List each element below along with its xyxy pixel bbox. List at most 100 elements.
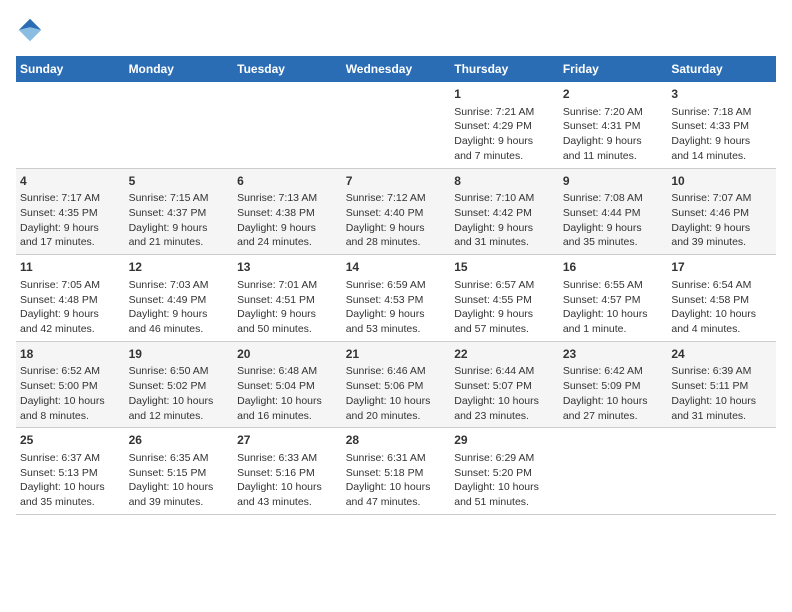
day-info: Sunrise: 6:31 AMSunset: 5:18 PMDaylight:… (346, 451, 447, 510)
day-header-wednesday: Wednesday (342, 56, 451, 82)
day-header-row: SundayMondayTuesdayWednesdayThursdayFrid… (16, 56, 776, 82)
day-header-saturday: Saturday (667, 56, 776, 82)
day-header-monday: Monday (125, 56, 234, 82)
day-number: 2 (563, 86, 664, 103)
calendar-cell (125, 82, 234, 168)
day-number: 16 (563, 259, 664, 276)
week-row-3: 11 Sunrise: 7:05 AMSunset: 4:48 PMDayligh… (16, 255, 776, 342)
day-number: 19 (129, 346, 230, 363)
day-info: Sunrise: 7:12 AMSunset: 4:40 PMDaylight:… (346, 191, 447, 250)
calendar-cell: 13 Sunrise: 7:01 AMSunset: 4:51 PMDayligh… (233, 255, 342, 342)
day-number: 24 (671, 346, 772, 363)
calendar-cell: 23Sunrise: 6:42 AMSunset: 5:09 PMDayligh… (559, 341, 668, 428)
day-number: 9 (563, 173, 664, 190)
week-row-5: 25 Sunrise: 6:37 AMSunset: 5:13 PMDayligh… (16, 428, 776, 515)
day-number: 25 (20, 432, 121, 449)
day-header-thursday: Thursday (450, 56, 559, 82)
day-number: 27 (237, 432, 338, 449)
calendar-table: SundayMondayTuesdayWednesdayThursdayFrid… (16, 56, 776, 515)
day-info: Sunrise: 6:37 AMSunset: 5:13 PMDaylight:… (20, 451, 121, 510)
day-info: Sunrise: 6:44 AMSunset: 5:07 PMDaylight:… (454, 364, 555, 423)
day-info: Sunrise: 6:29 AMSunset: 5:20 PMDaylight:… (454, 451, 555, 510)
day-number: 28 (346, 432, 447, 449)
day-info: Sunrise: 6:46 AMSunset: 5:06 PMDaylight:… (346, 364, 447, 423)
calendar-cell: 16 Sunrise: 6:55 AMSunset: 4:57 PMDayligh… (559, 255, 668, 342)
calendar-cell: 26 Sunrise: 6:35 AMSunset: 5:15 PMDayligh… (125, 428, 234, 515)
day-info: Sunrise: 6:57 AMSunset: 4:55 PMDaylight:… (454, 278, 555, 337)
day-info: Sunrise: 6:52 AMSunset: 5:00 PMDaylight:… (20, 364, 121, 423)
day-header-tuesday: Tuesday (233, 56, 342, 82)
day-number: 8 (454, 173, 555, 190)
day-number: 4 (20, 173, 121, 190)
calendar-cell: 12 Sunrise: 7:03 AMSunset: 4:49 PMDayligh… (125, 255, 234, 342)
day-info: Sunrise: 6:39 AMSunset: 5:11 PMDaylight:… (671, 364, 772, 423)
calendar-cell: 28 Sunrise: 6:31 AMSunset: 5:18 PMDayligh… (342, 428, 451, 515)
day-number: 3 (671, 86, 772, 103)
day-info: Sunrise: 6:48 AMSunset: 5:04 PMDaylight:… (237, 364, 338, 423)
day-info: Sunrise: 6:35 AMSunset: 5:15 PMDaylight:… (129, 451, 230, 510)
day-number: 13 (237, 259, 338, 276)
day-info: Sunrise: 7:20 AMSunset: 4:31 PMDaylight:… (563, 105, 664, 164)
calendar-cell: 3 Sunrise: 7:18 AMSunset: 4:33 PMDaylight… (667, 82, 776, 168)
day-info: Sunrise: 7:07 AMSunset: 4:46 PMDaylight:… (671, 191, 772, 250)
day-number: 1 (454, 86, 555, 103)
day-number: 11 (20, 259, 121, 276)
calendar-cell (667, 428, 776, 515)
day-info: Sunrise: 7:13 AMSunset: 4:38 PMDaylight:… (237, 191, 338, 250)
calendar-cell: 1 Sunrise: 7:21 AMSunset: 4:29 PMDaylight… (450, 82, 559, 168)
day-info: Sunrise: 7:10 AMSunset: 4:42 PMDaylight:… (454, 191, 555, 250)
day-number: 23 (563, 346, 664, 363)
day-info: Sunrise: 6:42 AMSunset: 5:09 PMDaylight:… (563, 364, 664, 423)
day-info: Sunrise: 6:54 AMSunset: 4:58 PMDaylight:… (671, 278, 772, 337)
logo (16, 16, 48, 44)
week-row-4: 18Sunrise: 6:52 AMSunset: 5:00 PMDayligh… (16, 341, 776, 428)
day-info: Sunrise: 7:01 AMSunset: 4:51 PMDaylight:… (237, 278, 338, 337)
day-number: 5 (129, 173, 230, 190)
day-info: Sunrise: 6:55 AMSunset: 4:57 PMDaylight:… (563, 278, 664, 337)
day-number: 14 (346, 259, 447, 276)
calendar-cell: 22Sunrise: 6:44 AMSunset: 5:07 PMDayligh… (450, 341, 559, 428)
calendar-cell: 24Sunrise: 6:39 AMSunset: 5:11 PMDayligh… (667, 341, 776, 428)
week-row-2: 4Sunrise: 7:17 AMSunset: 4:35 PMDaylight… (16, 168, 776, 255)
day-info: Sunrise: 7:03 AMSunset: 4:49 PMDaylight:… (129, 278, 230, 337)
calendar-cell: 7Sunrise: 7:12 AMSunset: 4:40 PMDaylight… (342, 168, 451, 255)
calendar-cell: 11 Sunrise: 7:05 AMSunset: 4:48 PMDayligh… (16, 255, 125, 342)
calendar-cell: 14 Sunrise: 6:59 AMSunset: 4:53 PMDayligh… (342, 255, 451, 342)
calendar-cell (342, 82, 451, 168)
calendar-cell: 21Sunrise: 6:46 AMSunset: 5:06 PMDayligh… (342, 341, 451, 428)
calendar-cell: 10Sunrise: 7:07 AMSunset: 4:46 PMDayligh… (667, 168, 776, 255)
calendar-cell: 27Sunrise: 6:33 AMSunset: 5:16 PMDayligh… (233, 428, 342, 515)
calendar-cell: 6Sunrise: 7:13 AMSunset: 4:38 PMDaylight… (233, 168, 342, 255)
calendar-cell: 17 Sunrise: 6:54 AMSunset: 4:58 PMDayligh… (667, 255, 776, 342)
calendar-cell: 8Sunrise: 7:10 AMSunset: 4:42 PMDaylight… (450, 168, 559, 255)
week-row-1: 1 Sunrise: 7:21 AMSunset: 4:29 PMDaylight… (16, 82, 776, 168)
calendar-cell: 5Sunrise: 7:15 AMSunset: 4:37 PMDaylight… (125, 168, 234, 255)
day-number: 21 (346, 346, 447, 363)
day-info: Sunrise: 6:59 AMSunset: 4:53 PMDaylight:… (346, 278, 447, 337)
calendar-cell (233, 82, 342, 168)
day-info: Sunrise: 7:15 AMSunset: 4:37 PMDaylight:… (129, 191, 230, 250)
calendar-cell (16, 82, 125, 168)
day-number: 29 (454, 432, 555, 449)
day-number: 17 (671, 259, 772, 276)
day-header-friday: Friday (559, 56, 668, 82)
day-info: Sunrise: 6:50 AMSunset: 5:02 PMDaylight:… (129, 364, 230, 423)
day-number: 26 (129, 432, 230, 449)
calendar-cell: 2 Sunrise: 7:20 AMSunset: 4:31 PMDaylight… (559, 82, 668, 168)
day-number: 6 (237, 173, 338, 190)
day-info: Sunrise: 7:18 AMSunset: 4:33 PMDaylight:… (671, 105, 772, 164)
calendar-cell (559, 428, 668, 515)
calendar-cell: 4Sunrise: 7:17 AMSunset: 4:35 PMDaylight… (16, 168, 125, 255)
day-info: Sunrise: 7:05 AMSunset: 4:48 PMDaylight:… (20, 278, 121, 337)
calendar-cell: 15 Sunrise: 6:57 AMSunset: 4:55 PMDayligh… (450, 255, 559, 342)
day-info: Sunrise: 7:17 AMSunset: 4:35 PMDaylight:… (20, 191, 121, 250)
day-number: 15 (454, 259, 555, 276)
calendar-cell: 18Sunrise: 6:52 AMSunset: 5:00 PMDayligh… (16, 341, 125, 428)
logo-icon (16, 16, 44, 44)
day-info: Sunrise: 7:21 AMSunset: 4:29 PMDaylight:… (454, 105, 555, 164)
day-number: 7 (346, 173, 447, 190)
day-number: 12 (129, 259, 230, 276)
day-number: 22 (454, 346, 555, 363)
day-number: 10 (671, 173, 772, 190)
calendar-cell: 9Sunrise: 7:08 AMSunset: 4:44 PMDaylight… (559, 168, 668, 255)
